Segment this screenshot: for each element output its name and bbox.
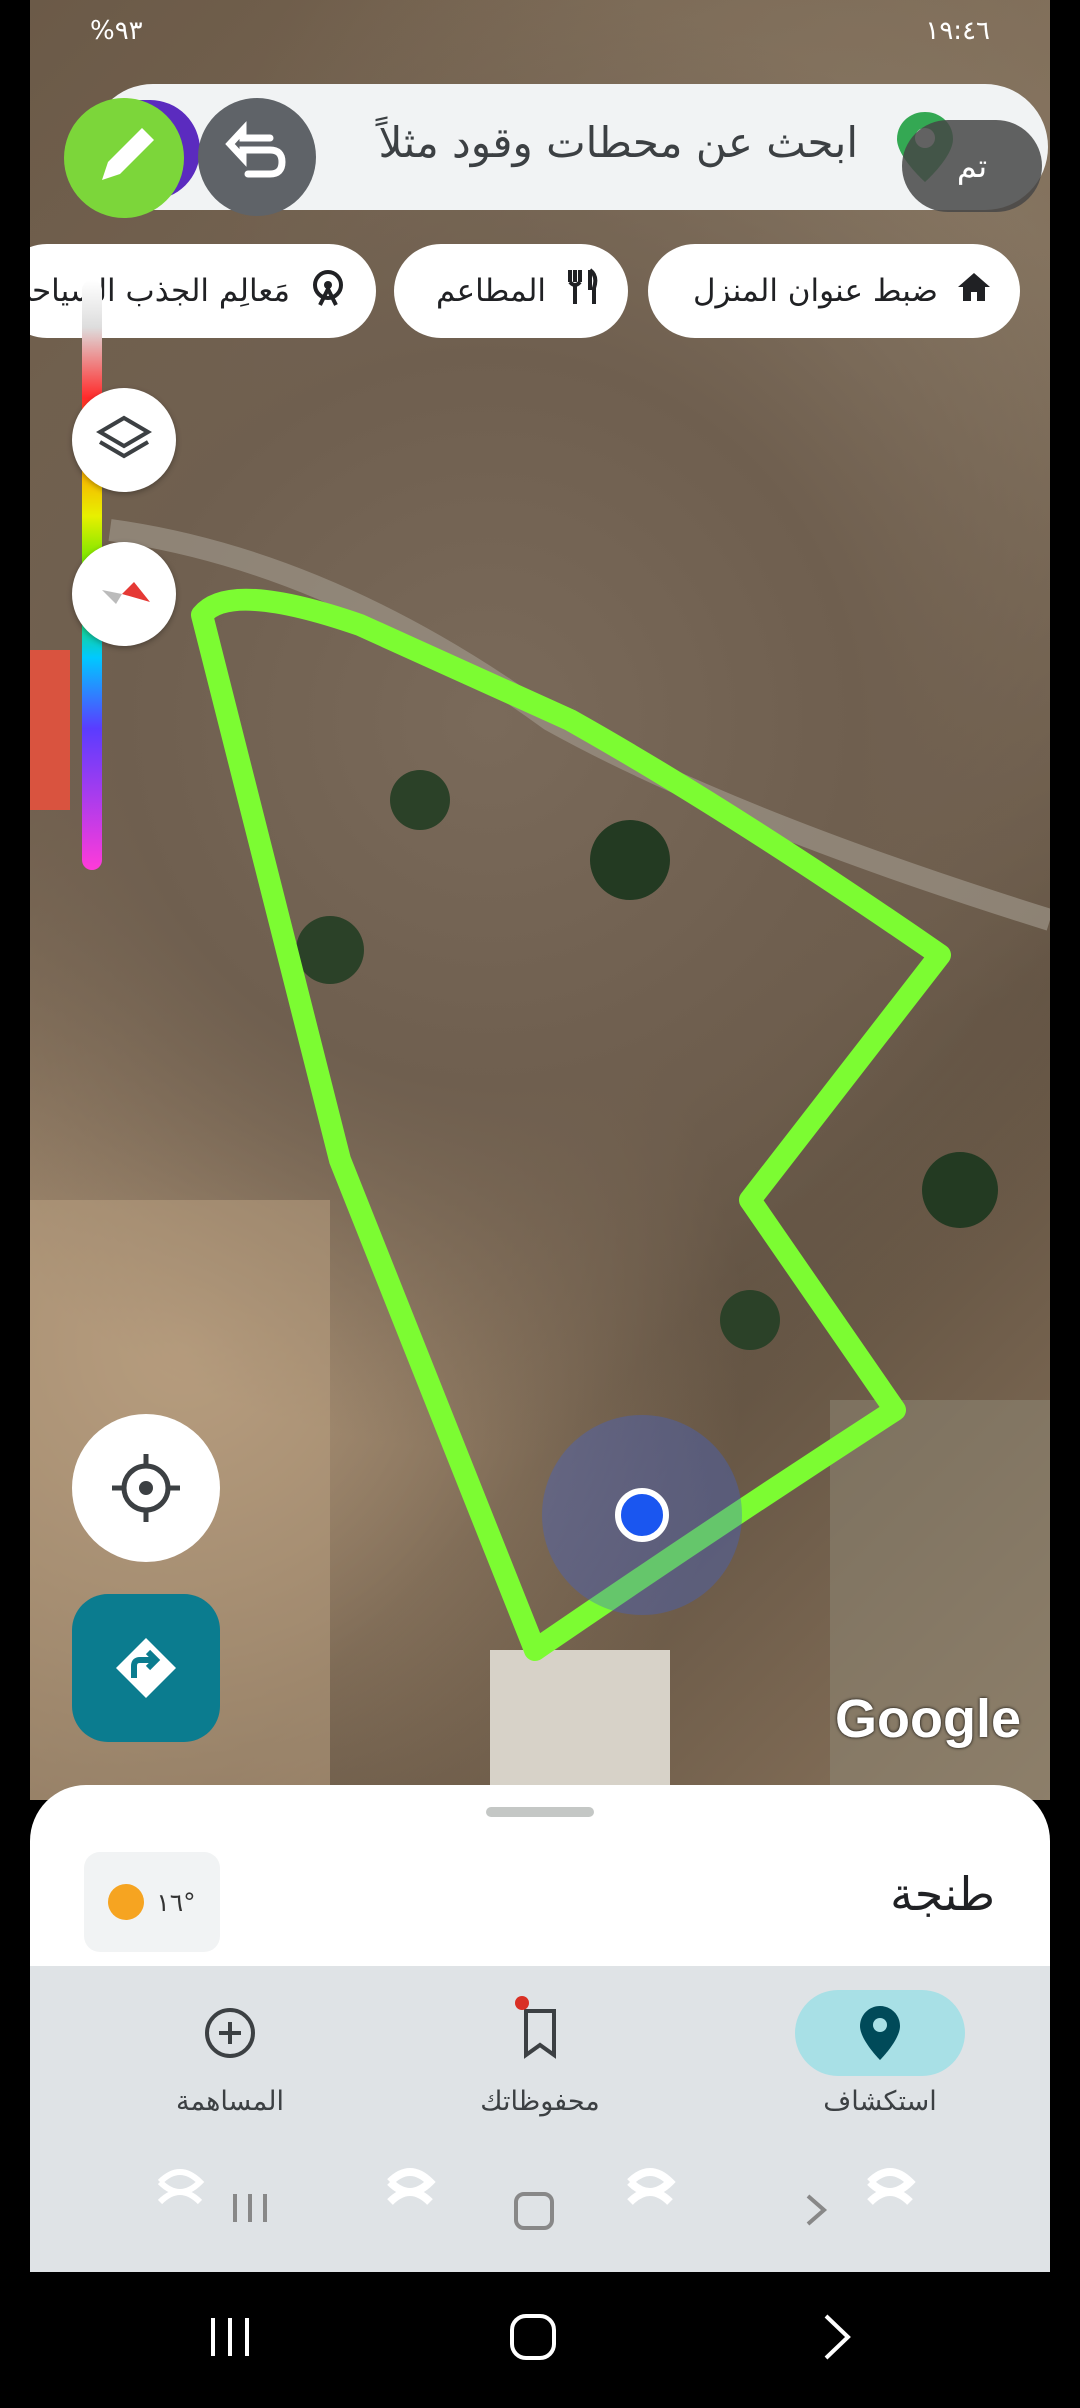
- layers-icon: [96, 415, 152, 459]
- chip-label: المطاعم: [436, 273, 546, 309]
- temperature: ١٦°: [156, 1887, 196, 1917]
- pencil-icon[interactable]: [64, 98, 184, 218]
- nav-contribute[interactable]: المساهمة: [110, 1990, 350, 2117]
- chip-label: ضبط عنوان المنزل: [692, 273, 938, 309]
- directions-icon: [116, 1638, 176, 1698]
- location-pin-icon: [795, 1990, 965, 2076]
- status-bar: %٩٣ ١٩:٤٦: [30, 0, 1050, 66]
- directions-button[interactable]: [72, 1594, 220, 1742]
- my-location-button[interactable]: [72, 1414, 220, 1562]
- nav-explore[interactable]: استكشاف: [760, 1990, 1000, 2117]
- sheet-drag-handle[interactable]: [486, 1807, 594, 1817]
- app-frame: %٩٣ ١٩:٤٦ ابحث عن محطات وقود مثلاً تم ضب…: [30, 0, 1050, 2272]
- weather-chip[interactable]: ١٦°: [84, 1852, 220, 1952]
- attraction-icon: [308, 267, 348, 315]
- nav-label: المساهمة: [176, 2086, 284, 2117]
- back-icon[interactable]: [812, 2312, 862, 2362]
- city-name: طنجة: [890, 1867, 995, 1921]
- back-undo-button[interactable]: [198, 98, 316, 216]
- nav-label: محفوظاتك: [480, 2086, 600, 2117]
- restaurant-icon: [564, 268, 600, 314]
- chip-home[interactable]: ضبط عنوان المنزل: [648, 244, 1020, 338]
- done-button[interactable]: تم: [902, 120, 1042, 212]
- my-location-dot: [615, 1488, 669, 1542]
- clock: ١٩:٤٦: [925, 16, 990, 46]
- google-watermark: Google: [835, 1689, 1021, 1749]
- home-button-icon[interactable]: [508, 2312, 558, 2362]
- nav-label: استكشاف: [823, 2086, 937, 2117]
- system-navigation-bar: [0, 2272, 1080, 2408]
- bookmark-icon: [455, 1990, 625, 2076]
- layers-button[interactable]: [72, 388, 176, 492]
- crosshair-icon: [112, 1454, 180, 1522]
- decorative-overlay: [157, 2168, 916, 2230]
- nav-saved[interactable]: محفوظاتك: [420, 1990, 660, 2117]
- sun-icon: [108, 1884, 145, 1920]
- compass-button[interactable]: [72, 542, 176, 646]
- chip-label: مَعالِم الجذب السياحي: [30, 273, 290, 309]
- bottom-navigation: المساهمة محفوظاتك استكشاف: [30, 1966, 1050, 2272]
- compass-icon: [102, 582, 150, 604]
- chip-restaurants[interactable]: المطاعم: [394, 244, 628, 338]
- battery-indicator: %٩٣: [90, 16, 143, 46]
- recent-apps-icon[interactable]: [205, 2312, 255, 2362]
- home-icon: [956, 269, 992, 313]
- add-circle-icon: [145, 1990, 315, 2076]
- notification-dot: [515, 1996, 529, 2010]
- search-placeholder: ابحث عن محطات وقود مثلاً: [378, 118, 858, 167]
